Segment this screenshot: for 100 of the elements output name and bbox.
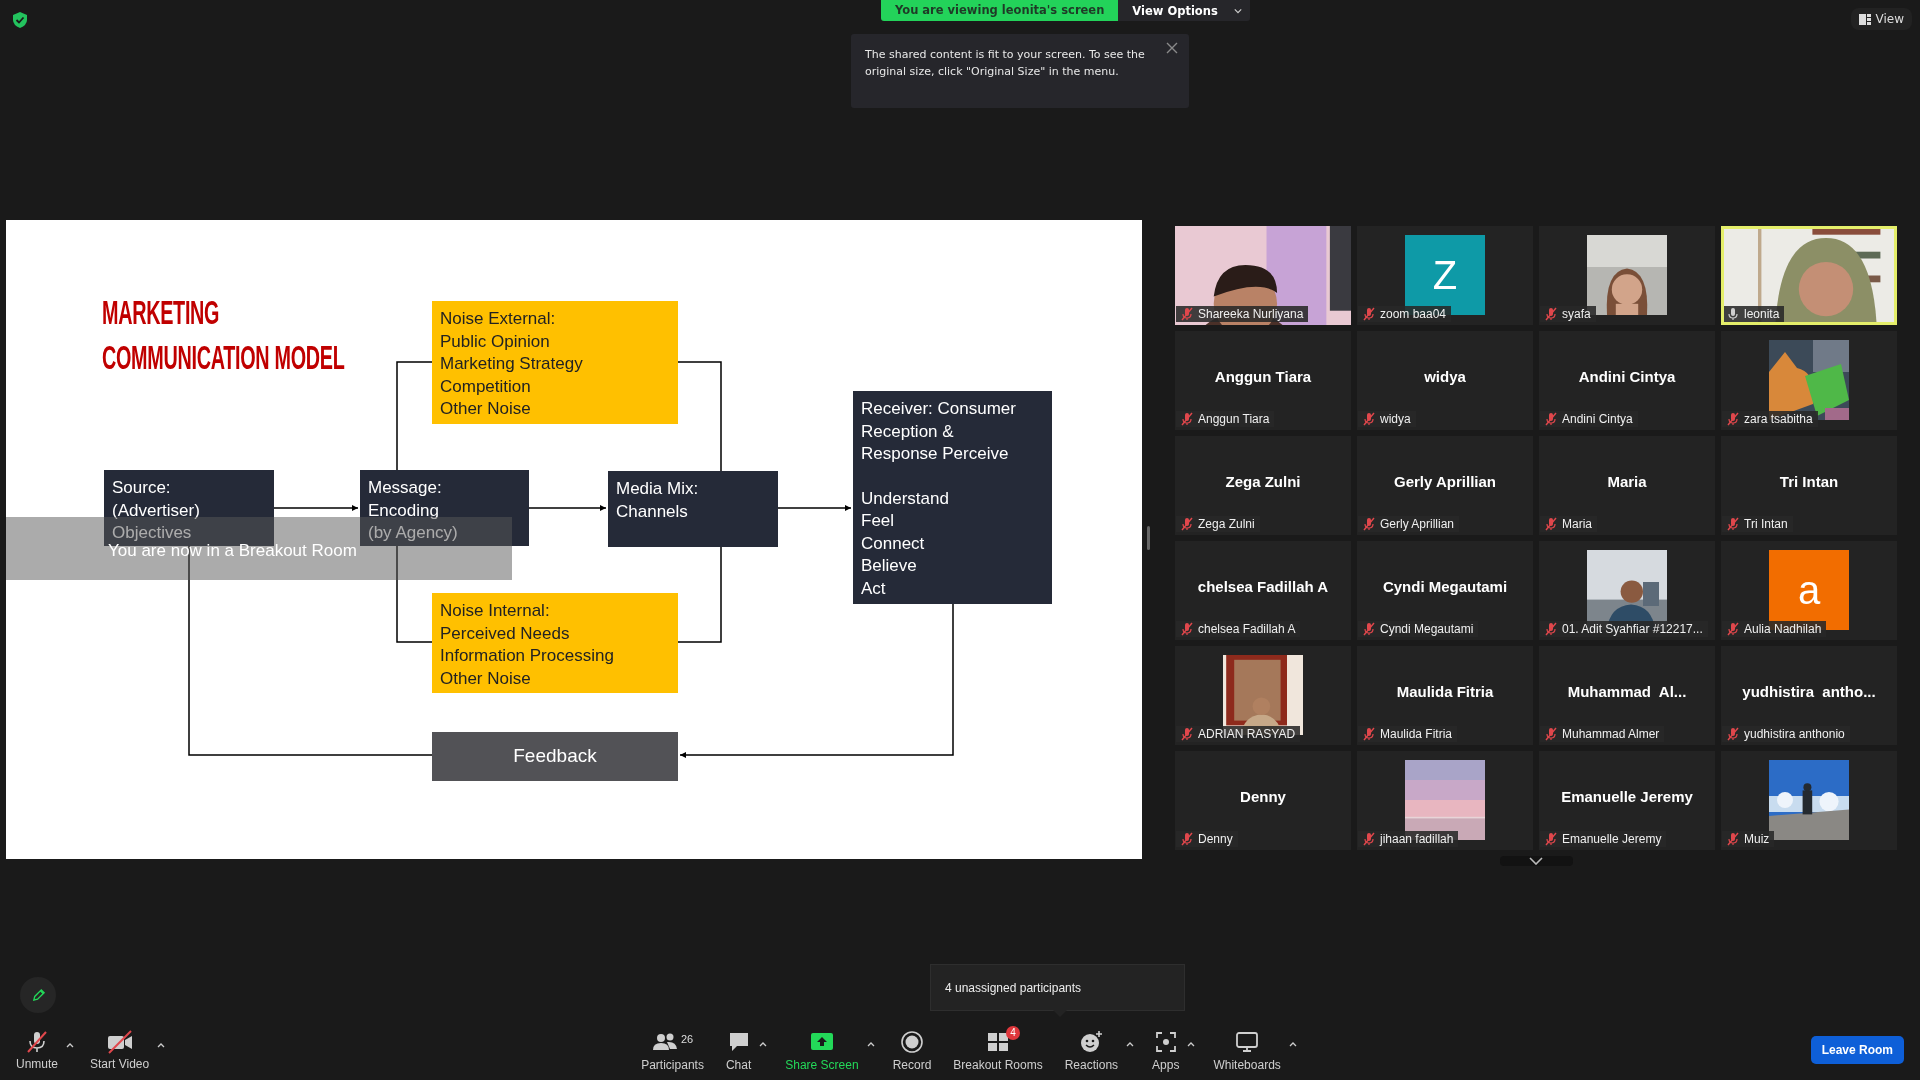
box-text: Channels — [616, 500, 689, 523]
apps-icon — [1153, 1029, 1178, 1054]
smiley-icon — [1079, 1029, 1104, 1054]
participant-tile[interactable]: yudhistira antho... yudhistira anthonio — [1721, 646, 1897, 745]
participant-label: Muhammad Almer — [1562, 727, 1660, 741]
participant-label: Muiz — [1744, 832, 1770, 846]
box-text: Believe — [861, 555, 918, 577]
scroll-down-button[interactable] — [1499, 856, 1573, 866]
box-text: Act — [861, 577, 887, 600]
participant-tile[interactable]: Denny Denny — [1175, 751, 1351, 850]
participant-tile[interactable]: Maulida Fitria Maulida Fitria — [1357, 646, 1533, 745]
participant-label: yudhistira anthonio — [1744, 727, 1845, 741]
participant-label: 01. Adit Syahfiar #12217... — [1562, 622, 1703, 636]
participant-name: Andini Cintya — [1578, 368, 1676, 385]
caret-icon — [157, 1042, 166, 1048]
caret-icon — [66, 1042, 75, 1048]
participant-label: Emanuelle Jeremy — [1562, 832, 1662, 846]
participant-name: Maulida Fitria — [1396, 683, 1494, 700]
caret-icon — [866, 1041, 875, 1047]
toolbar-label: Breakout Rooms — [953, 1057, 1043, 1072]
participant-label: Cyndi Megautami — [1380, 622, 1474, 636]
box-text: Perceived Needs — [440, 622, 571, 645]
participant-count: 26 — [680, 1032, 694, 1045]
view-options-button[interactable]: View Options — [1118, 0, 1250, 21]
toolbar-button[interactable]: Unmute — [10, 1029, 65, 1071]
participant-tile[interactable]: Cyndi Megautami Cyndi Megautami — [1357, 541, 1533, 640]
participant-name: Denny — [1240, 788, 1286, 805]
box-text: (by Agency) — [368, 522, 459, 544]
record-icon — [900, 1029, 924, 1054]
participant-tile[interactable]: zara tsabitha — [1721, 331, 1897, 430]
toolbar-button[interactable]: Chat — [719, 1028, 758, 1072]
participant-label: Zega Zulni — [1198, 517, 1255, 531]
toolbar-button[interactable]: 26 Participants — [635, 1028, 710, 1072]
participant-label: Aulia Nadhilah — [1744, 622, 1822, 636]
resize-handle[interactable] — [1147, 526, 1150, 550]
toolbar-label: Chat — [725, 1057, 752, 1072]
toolbar-button[interactable]: Start Video — [84, 1029, 156, 1071]
participant-tile[interactable]: Anggun Tiara Anggun Tiara — [1175, 331, 1351, 430]
participant-tile[interactable]: 01. Adit Syahfiar #12217... — [1539, 541, 1715, 640]
slide-title: MARKETING — [102, 293, 221, 333]
toolbar-button[interactable]: 4 Breakout Rooms — [947, 1028, 1049, 1072]
participant-tile[interactable]: Muhammad Al... Muhammad Almer — [1539, 646, 1715, 745]
chevron-down-icon — [1529, 857, 1543, 865]
box-text: Message: — [368, 477, 443, 499]
notification-badge: 4 — [1006, 1025, 1020, 1040]
caret-icon — [1233, 7, 1242, 14]
toolbar-button[interactable]: Reactions — [1058, 1028, 1125, 1072]
participant-tile[interactable]: a Aulia Nadhilah — [1721, 541, 1897, 640]
box-text: Source: — [112, 477, 172, 499]
toolbar-button[interactable]: Apps — [1146, 1028, 1186, 1072]
participant-tile[interactable]: Gerly Aprillian Gerly Aprillian — [1357, 436, 1533, 535]
participant-label: Anggun Tiara — [1198, 412, 1270, 426]
participant-name: widya — [1424, 368, 1466, 385]
toolbar-button[interactable]: Share Screen — [779, 1028, 865, 1072]
participant-name: Zega Zulni — [1225, 473, 1301, 490]
box-text: Response Perceive — [861, 443, 1010, 465]
viewing-banner: You are viewing leonita's screen — [881, 0, 1119, 21]
participant-tile[interactable]: Shareeka Nurliyana — [1175, 226, 1351, 325]
participant-tile[interactable]: leonita — [1721, 226, 1897, 325]
whiteboard-icon — [1235, 1029, 1260, 1054]
participant-tile[interactable]: Muiz — [1721, 751, 1897, 850]
tooltip-text: The shared content is fit to your screen. To see the original size, click "Original Size" in the menu. — [865, 47, 1146, 80]
participant-label: Gerly Aprillian — [1380, 517, 1455, 531]
box-text: Noise External: — [440, 308, 557, 330]
box-text: Other Noise — [440, 398, 532, 420]
participant-tile[interactable]: Z zoom baa04 — [1357, 226, 1533, 325]
slide-title: COMMUNICATION MODEL — [102, 338, 345, 378]
participant-tile[interactable]: Emanuelle Jeremy Emanuelle Jeremy — [1539, 751, 1715, 850]
view-button[interactable]: View — [1850, 8, 1912, 30]
leave-room-button[interactable]: Leave Room — [1810, 1036, 1904, 1064]
participant-label: Maulida Fitria — [1380, 727, 1453, 741]
participant-label: Maria — [1562, 517, 1592, 531]
participant-label: zoom baa04 — [1380, 307, 1447, 321]
participant-tile[interactable]: Tri Intan Tri Intan — [1721, 436, 1897, 535]
annotate-button[interactable] — [20, 977, 56, 1013]
participant-tile[interactable]: widya widya — [1357, 331, 1533, 430]
participant-tile[interactable]: Zega Zulni Zega Zulni — [1175, 436, 1351, 535]
shield-icon[interactable] — [13, 12, 27, 28]
box-text: Information Processing — [440, 645, 615, 667]
participant-tile[interactable]: Maria Maria — [1539, 436, 1715, 535]
participant-label: widya — [1380, 412, 1411, 426]
box-text: Encoding — [368, 499, 440, 522]
box-text: Other Noise — [440, 667, 532, 690]
participant-tile[interactable]: syafa — [1539, 226, 1715, 325]
box-text: Media Mix: — [616, 478, 700, 500]
box-text: Feedback — [513, 745, 597, 768]
box-text: Noise Internal: — [440, 600, 551, 622]
toolbar-button[interactable]: Record — [886, 1028, 938, 1072]
participant-tile[interactable]: jihaan fadillah — [1357, 751, 1533, 850]
box-text: Objectives — [112, 522, 193, 544]
participant-tile[interactable]: Andini Cintya Andini Cintya — [1539, 331, 1715, 430]
participant-label: Denny — [1198, 832, 1233, 846]
participant-name: Gerly Aprillian — [1394, 473, 1496, 490]
participant-tile[interactable]: chelsea Fadillah A chelsea Fadillah A — [1175, 541, 1351, 640]
close-icon[interactable] — [1166, 42, 1178, 54]
box-text: Receiver: Consumer — [861, 398, 1017, 420]
toolbar-button[interactable]: Whiteboards — [1207, 1028, 1287, 1072]
participant-name: Emanuelle Jeremy — [1561, 788, 1693, 805]
participant-tile[interactable]: ADRIAN RASYAD — [1175, 646, 1351, 745]
box-text: Connect — [861, 532, 926, 555]
